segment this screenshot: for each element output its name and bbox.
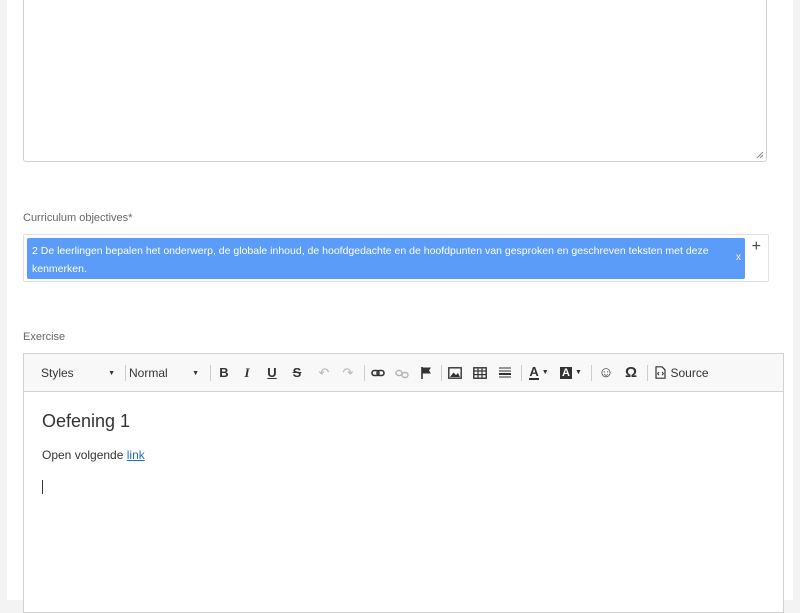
image-button[interactable] [445,354,465,391]
link-button[interactable] [368,354,388,391]
editor-content[interactable]: Oefening 1 Open volgende link [24,392,783,612]
redo-button[interactable]: ↷ [338,354,358,391]
toolbar-separator [364,365,365,381]
editor-toolbar: Styles ▼ Normal ▼ B I U S ↶ ↷ A ▼ A ▼ ☺ … [24,354,783,392]
table-button[interactable] [470,354,490,391]
toolbar-separator [441,365,442,381]
background-color-button[interactable]: A ▼ [558,354,584,391]
exercise-editor: Styles ▼ Normal ▼ B I U S ↶ ↷ A ▼ A ▼ ☺ … [23,353,784,613]
source-icon [655,366,667,379]
page: Curriculum objectives* 2 De leerlingen b… [7,0,793,613]
image-icon [448,366,462,379]
curriculum-objectives-label: Curriculum objectives* [23,212,133,224]
exercise-paragraph: Open volgende link [42,448,145,462]
horizontal-line-icon [499,367,511,377]
styles-dropdown-label: Styles [41,365,74,380]
unlink-button[interactable] [392,354,412,391]
chevron-down-icon: ▼ [575,369,582,376]
toolbar-separator [521,365,522,381]
toolbar-separator [210,365,211,381]
chevron-down-icon: ▼ [192,370,199,377]
strikethrough-button[interactable]: S [287,354,307,391]
toolbar-separator [591,365,592,381]
description-textarea[interactable] [23,0,767,162]
smiley-button[interactable]: ☺ [596,354,616,391]
unlink-icon [395,369,409,378]
text-color-icon: A [529,364,539,380]
objective-tag-text: 2 De leerlingen bepalen het onderwerp, d… [32,245,709,275]
resize-handle-icon[interactable] [756,151,764,159]
styles-dropdown[interactable]: Styles ▼ [41,354,121,391]
paragraph-text: Open volgende [42,448,127,462]
objective-tag-remove-button[interactable]: x [736,251,741,265]
format-dropdown-label: Normal [129,365,168,380]
format-dropdown[interactable]: Normal ▼ [129,354,205,391]
exercise-heading: Oefening 1 [42,411,131,431]
table-icon [473,366,487,379]
anchor-button[interactable] [416,354,436,391]
horizontal-line-button[interactable] [495,354,515,391]
source-button[interactable]: Source [652,354,712,391]
flag-icon [421,366,431,379]
bold-button[interactable]: B [214,354,234,391]
source-button-label: Source [670,365,709,380]
link-icon [371,369,385,376]
text-color-button[interactable]: A ▼ [526,354,552,391]
add-objective-button[interactable]: + [752,237,761,257]
italic-button[interactable]: I [237,354,257,391]
chevron-down-icon: ▼ [108,370,115,377]
background-color-icon: A [560,366,572,379]
toolbar-separator [647,365,648,381]
chevron-down-icon: ▼ [541,369,549,376]
text-cursor [42,480,43,494]
exercise-link[interactable]: link [127,448,145,462]
special-character-button[interactable]: Ω [621,354,641,391]
exercise-label: Exercise [23,331,66,343]
curriculum-objectives-field[interactable]: 2 De leerlingen bepalen het onderwerp, d… [23,234,769,282]
undo-button[interactable]: ↶ [314,354,334,391]
objective-tag: 2 De leerlingen bepalen het onderwerp, d… [27,238,745,279]
underline-button[interactable]: U [262,354,282,391]
toolbar-separator [125,365,126,381]
